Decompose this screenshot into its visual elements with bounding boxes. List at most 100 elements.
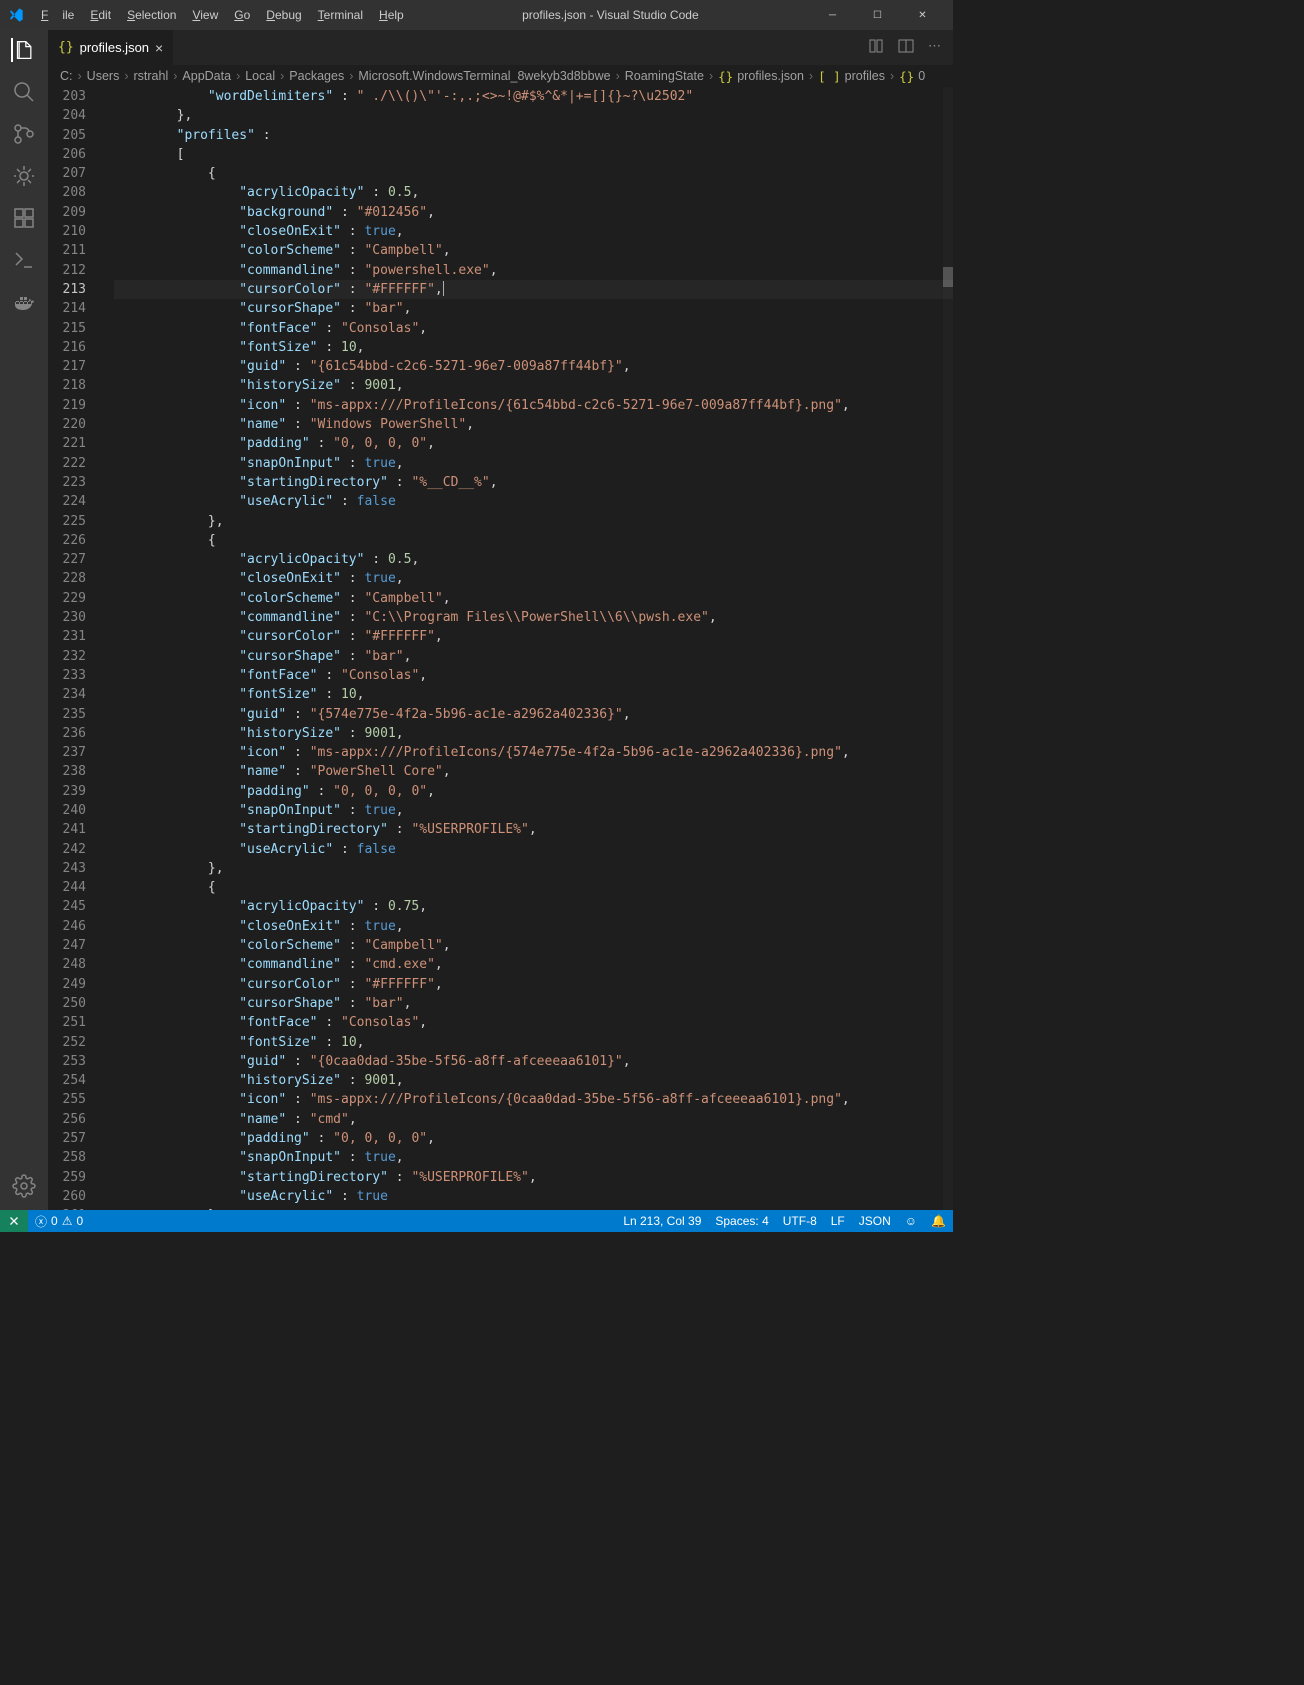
menu-debug[interactable]: Debug <box>259 4 308 26</box>
code-line[interactable]: "useAcrylic" : false <box>114 492 953 511</box>
code-line[interactable]: "commandline" : "powershell.exe", <box>114 261 953 280</box>
breadcrumb-segment[interactable]: AppData <box>182 69 231 83</box>
code-line[interactable]: "cursorColor" : "#FFFFFF", <box>114 627 953 646</box>
code-line[interactable]: "snapOnInput" : true, <box>114 1148 953 1167</box>
code-line[interactable]: "acrylicOpacity" : 0.5, <box>114 550 953 569</box>
code-line[interactable]: "useAcrylic" : true <box>114 1187 953 1206</box>
close-button[interactable]: ✕ <box>900 0 945 30</box>
code-line[interactable]: "fontSize" : 10, <box>114 685 953 704</box>
breadcrumb-segment[interactable]: RoamingState <box>625 69 704 83</box>
tab-profiles-json[interactable]: {} profiles.json × <box>48 30 174 65</box>
scrollbar-thumb[interactable] <box>943 267 953 287</box>
tab-close-icon[interactable]: × <box>155 40 163 56</box>
extensions-icon[interactable] <box>12 206 36 230</box>
docker-icon[interactable] <box>12 290 36 314</box>
source-control-icon[interactable] <box>12 122 36 146</box>
breadcrumb-file[interactable]: profiles.json <box>737 69 804 83</box>
cursor-position[interactable]: Ln 213, Col 39 <box>616 1210 708 1232</box>
code-line[interactable]: "commandline" : "C:\\Program Files\\Powe… <box>114 608 953 627</box>
code-line[interactable]: "guid" : "{574e775e-4f2a-5b96-ac1e-a2962… <box>114 705 953 724</box>
code-line[interactable]: "snapOnInput" : true, <box>114 801 953 820</box>
breadcrumb-segment[interactable]: Microsoft.WindowsTerminal_8wekyb3d8bbwe <box>358 69 610 83</box>
code-line[interactable]: }, <box>114 106 953 125</box>
code-line[interactable]: "padding" : "0, 0, 0, 0", <box>114 434 953 453</box>
code-line[interactable]: "fontSize" : 10, <box>114 338 953 357</box>
eol[interactable]: LF <box>824 1210 852 1232</box>
code-line[interactable]: "name" : "cmd", <box>114 1110 953 1129</box>
encoding[interactable]: UTF-8 <box>776 1210 824 1232</box>
indentation[interactable]: Spaces: 4 <box>708 1210 775 1232</box>
code-line[interactable]: "fontFace" : "Consolas", <box>114 1013 953 1032</box>
code-line[interactable]: "guid" : "{61c54bbd-c2c6-5271-96e7-009a8… <box>114 357 953 376</box>
search-icon[interactable] <box>12 80 36 104</box>
code-line[interactable]: "historySize" : 9001, <box>114 376 953 395</box>
code-line[interactable]: "fontFace" : "Consolas", <box>114 319 953 338</box>
code-line[interactable]: "cursorShape" : "bar", <box>114 647 953 666</box>
code-line[interactable]: "cursorColor" : "#FFFFFF", <box>114 280 953 299</box>
code-line[interactable]: "cursorColor" : "#FFFFFF", <box>114 975 953 994</box>
code-line[interactable]: "commandline" : "cmd.exe", <box>114 955 953 974</box>
code-line[interactable]: { <box>114 164 953 183</box>
code-line[interactable]: "padding" : "0, 0, 0, 0", <box>114 1129 953 1148</box>
code-line[interactable]: "useAcrylic" : false <box>114 840 953 859</box>
minimap[interactable] <box>943 87 953 1210</box>
code-line[interactable]: "acrylicOpacity" : 0.75, <box>114 897 953 916</box>
code-line[interactable]: }, <box>114 859 953 878</box>
breadcrumb-segment[interactable]: Packages <box>289 69 344 83</box>
compare-icon[interactable] <box>868 38 884 57</box>
maximize-button[interactable]: ☐ <box>855 0 900 30</box>
breadcrumb-segment[interactable]: Users <box>87 69 120 83</box>
more-actions-icon[interactable]: ⋯ <box>928 38 941 57</box>
code-line[interactable]: { <box>114 878 953 897</box>
code-line[interactable]: "colorScheme" : "Campbell", <box>114 589 953 608</box>
menu-view[interactable]: View <box>185 4 225 26</box>
code-line[interactable]: "profiles" : <box>114 126 953 145</box>
code-line[interactable]: "startingDirectory" : "%USERPROFILE%", <box>114 820 953 839</box>
breadcrumbs[interactable]: C:›Users›rstrahl›AppData›Local›Packages›… <box>48 65 953 87</box>
code-line[interactable]: "cursorShape" : "bar", <box>114 994 953 1013</box>
code-line[interactable]: "guid" : "{0caa0dad-35be-5f56-a8ff-afcee… <box>114 1052 953 1071</box>
settings-gear-icon[interactable] <box>12 1174 36 1198</box>
breadcrumb-symbol[interactable]: profiles <box>845 69 885 83</box>
menu-file[interactable]: File <box>34 4 81 26</box>
code-editor[interactable]: 2032042052062072082092102112122132142152… <box>48 87 953 1210</box>
code-line[interactable]: "cursorShape" : "bar", <box>114 299 953 318</box>
code-line[interactable]: "closeOnExit" : true, <box>114 222 953 241</box>
remote-indicator[interactable] <box>0 1210 28 1232</box>
menu-selection[interactable]: Selection <box>120 4 183 26</box>
breadcrumb-segment[interactable]: Local <box>245 69 275 83</box>
notifications-icon[interactable]: 🔔 <box>924 1210 953 1232</box>
code-line[interactable]: "fontSize" : 10, <box>114 1033 953 1052</box>
menu-edit[interactable]: Edit <box>83 4 118 26</box>
explorer-icon[interactable] <box>11 38 35 62</box>
code-line[interactable]: "snapOnInput" : true, <box>114 454 953 473</box>
code-line[interactable]: "icon" : "ms-appx:///ProfileIcons/{574e7… <box>114 743 953 762</box>
code-line[interactable]: "name" : "Windows PowerShell", <box>114 415 953 434</box>
code-line[interactable]: "name" : "PowerShell Core", <box>114 762 953 781</box>
code-line[interactable]: "acrylicOpacity" : 0.5, <box>114 183 953 202</box>
feedback-icon[interactable]: ☺ <box>898 1210 924 1232</box>
code-line[interactable]: "icon" : "ms-appx:///ProfileIcons/{0caa0… <box>114 1090 953 1109</box>
code-line[interactable]: [ <box>114 145 953 164</box>
code-line[interactable]: "wordDelimiters" : " ./\\()\"'-:,.;<>~!@… <box>114 87 953 106</box>
code-line[interactable]: "padding" : "0, 0, 0, 0", <box>114 782 953 801</box>
remote-icon[interactable] <box>12 248 36 272</box>
minimize-button[interactable]: ─ <box>810 0 855 30</box>
breadcrumb-symbol[interactable]: 0 <box>918 69 925 83</box>
split-editor-icon[interactable] <box>898 38 914 57</box>
problems-indicator[interactable]: ⓧ0 ⚠0 <box>28 1210 90 1232</box>
code-line[interactable]: }, <box>114 1206 953 1210</box>
breadcrumb-segment[interactable]: rstrahl <box>134 69 169 83</box>
code-line[interactable]: "closeOnExit" : true, <box>114 569 953 588</box>
menu-go[interactable]: Go <box>227 4 257 26</box>
code-line[interactable]: "startingDirectory" : "%__CD__%", <box>114 473 953 492</box>
language-mode[interactable]: JSON <box>852 1210 898 1232</box>
code-line[interactable]: "fontFace" : "Consolas", <box>114 666 953 685</box>
code-line[interactable]: "colorScheme" : "Campbell", <box>114 241 953 260</box>
menu-help[interactable]: Help <box>372 4 411 26</box>
code-line[interactable]: "startingDirectory" : "%USERPROFILE%", <box>114 1168 953 1187</box>
code-line[interactable]: "closeOnExit" : true, <box>114 917 953 936</box>
code-line[interactable]: }, <box>114 512 953 531</box>
code-line[interactable]: "background" : "#012456", <box>114 203 953 222</box>
code-line[interactable]: "historySize" : 9001, <box>114 1071 953 1090</box>
